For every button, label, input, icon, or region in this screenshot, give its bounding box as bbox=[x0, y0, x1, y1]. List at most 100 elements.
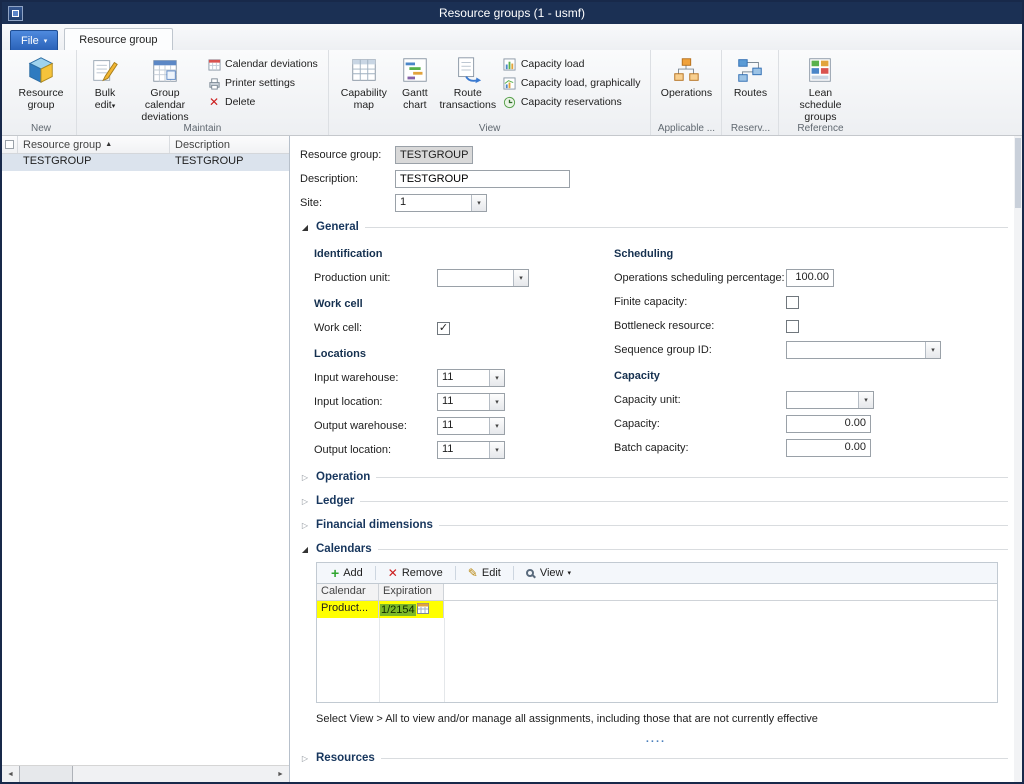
output-warehouse-label: Output warehouse: bbox=[314, 420, 437, 432]
date-picker-icon[interactable] bbox=[417, 602, 429, 617]
tab-resource-group[interactable]: Resource group bbox=[64, 28, 172, 50]
ribbon-group-label-new: New bbox=[6, 123, 76, 134]
output-location-dropdown[interactable]: 11 ▾ bbox=[437, 441, 505, 459]
operations-scheduling-percentage-input[interactable]: 100.00 bbox=[786, 269, 834, 287]
scheduling-header: Scheduling bbox=[614, 248, 1012, 260]
edit-button[interactable]: ✎ Edit bbox=[464, 565, 505, 581]
lean-schedule-groups-button[interactable]: Lean schedule groups bbox=[785, 53, 855, 125]
scrollbar-thumb[interactable] bbox=[19, 766, 73, 782]
scroll-right-button[interactable]: ► bbox=[272, 766, 289, 782]
output-warehouse-dropdown[interactable]: 11 ▾ bbox=[437, 417, 505, 435]
gantt-chart-icon bbox=[400, 55, 430, 85]
bulk-edit-button[interactable]: Bulk edit▾ bbox=[83, 53, 127, 113]
add-button[interactable]: + Add bbox=[327, 566, 367, 580]
identification-header: Identification bbox=[314, 248, 614, 260]
calendars-grid: Calendar Expiration Product... 1/2154 bbox=[316, 583, 998, 703]
site-dropdown[interactable]: 1 ▾ bbox=[395, 194, 487, 212]
chevron-down-icon: ▾ bbox=[489, 418, 504, 434]
resource-group-field-value[interactable]: TESTGROUP bbox=[395, 146, 473, 164]
scroll-left-button[interactable]: ◄ bbox=[2, 766, 19, 782]
column-header-calendar[interactable]: Calendar bbox=[317, 584, 379, 600]
collapsed-triangle-icon: ▷ bbox=[300, 521, 310, 530]
section-general[interactable]: ◢ General bbox=[300, 216, 1012, 238]
input-location-dropdown[interactable]: 11 ▾ bbox=[437, 393, 505, 411]
capacity-input[interactable]: 0.00 bbox=[786, 415, 871, 433]
section-resources[interactable]: ▷ Resources bbox=[300, 747, 1012, 769]
vertical-scrollbar-thumb[interactable] bbox=[1015, 138, 1021, 208]
chevron-down-icon: ▾ bbox=[489, 442, 504, 458]
remove-button[interactable]: ✕ Remove bbox=[384, 565, 447, 581]
section-operation[interactable]: ▷ Operation bbox=[300, 466, 1012, 488]
expiration-cell[interactable]: 1/2154 bbox=[379, 601, 444, 618]
printer-settings-label: Printer settings bbox=[225, 77, 295, 89]
calendars-grid-empty-area bbox=[317, 618, 997, 702]
plus-icon: + bbox=[331, 567, 339, 579]
input-warehouse-label: Input warehouse: bbox=[314, 372, 437, 384]
locations-header: Locations bbox=[314, 348, 614, 360]
chevron-down-icon: ▾ bbox=[44, 37, 48, 45]
work-cell-checkbox[interactable]: ✓ bbox=[437, 322, 450, 335]
capacity-unit-label: Capacity unit: bbox=[614, 394, 786, 406]
ribbon-group-label-applicable: Applicable ... bbox=[651, 123, 721, 134]
finite-capacity-checkbox[interactable] bbox=[786, 296, 799, 309]
production-unit-label: Production unit: bbox=[314, 272, 437, 284]
group-calendar-deviations-button[interactable]: Group calendar deviations bbox=[127, 53, 203, 125]
delete-button[interactable]: ✕ Delete bbox=[203, 94, 322, 110]
capacity-load-button[interactable]: Capacity load bbox=[499, 56, 645, 72]
row-description-cell: TESTGROUP bbox=[170, 154, 289, 171]
gantt-chart-button[interactable]: Gantt chart bbox=[393, 53, 437, 113]
file-tab-label: File bbox=[21, 35, 39, 47]
calendars-toolbar: + Add ✕ Remove ✎ Edit bbox=[316, 562, 998, 583]
ribbon-group-applicable: Operations Applicable ... bbox=[651, 50, 722, 135]
delete-x-icon: ✕ bbox=[207, 95, 221, 109]
column-header-resource-group[interactable]: Resource group ▲ bbox=[18, 136, 170, 153]
description-input[interactable] bbox=[395, 170, 570, 188]
chevron-down-icon: ▾ bbox=[567, 569, 571, 577]
input-warehouse-dropdown[interactable]: 11 ▾ bbox=[437, 369, 505, 387]
calendar-cell[interactable]: Product... bbox=[317, 601, 379, 618]
section-calendars[interactable]: ◢ Calendars bbox=[300, 538, 1012, 560]
view-menu-button[interactable]: View ▾ bbox=[522, 566, 575, 580]
capacity-unit-dropdown[interactable]: ▾ bbox=[786, 391, 874, 409]
more-indicator[interactable]: .... bbox=[300, 733, 1012, 745]
resource-group-button[interactable]: Resource group bbox=[12, 53, 70, 113]
resource-group-tab-label: Resource group bbox=[79, 34, 157, 46]
calendar-assignment-row[interactable]: Product... 1/2154 bbox=[317, 601, 997, 618]
collapsed-triangle-icon: ▷ bbox=[300, 754, 310, 763]
bottleneck-resource-checkbox[interactable] bbox=[786, 320, 799, 333]
list-row-testgroup[interactable]: TESTGROUP TESTGROUP bbox=[2, 154, 289, 171]
capacity-load-graphically-button[interactable]: Capacity load, graphically bbox=[499, 75, 645, 91]
batch-capacity-input[interactable]: 0.00 bbox=[786, 439, 871, 457]
bulk-edit-pencil-icon bbox=[90, 55, 120, 85]
magnifier-icon bbox=[526, 569, 534, 577]
routes-label: Routes bbox=[734, 87, 767, 99]
list-panel: Resource group ▲ Description TESTGROUP T… bbox=[2, 136, 290, 782]
ribbon-group-label-maintain: Maintain bbox=[77, 123, 328, 134]
sequence-group-id-dropdown[interactable]: ▾ bbox=[786, 341, 941, 359]
ribbon: Resource group New Bulk edit▾ Group cale… bbox=[2, 50, 1022, 136]
section-ledger[interactable]: ▷ Ledger bbox=[300, 490, 1012, 512]
calendar-deviations-button[interactable]: Calendar deviations bbox=[203, 56, 322, 72]
lean-schedule-groups-label: Lean schedule groups bbox=[787, 87, 853, 123]
horizontal-scrollbar: ◄ ► bbox=[2, 765, 289, 782]
clock-icon bbox=[503, 95, 517, 109]
production-unit-dropdown[interactable]: ▾ bbox=[437, 269, 529, 287]
column-header-description[interactable]: Description bbox=[170, 136, 289, 153]
chevron-down-icon: ▾ bbox=[112, 103, 116, 110]
finite-capacity-label: Finite capacity: bbox=[614, 296, 786, 308]
title-bar: Resource groups (1 - usmf) bbox=[2, 2, 1022, 24]
capacity-reservations-button[interactable]: Capacity reservations bbox=[499, 94, 645, 110]
chevron-down-icon: ▾ bbox=[513, 270, 528, 286]
ribbon-group-reference: Lean schedule groups Reference bbox=[779, 50, 861, 135]
capability-map-button[interactable]: Capability map bbox=[335, 53, 393, 113]
printer-settings-button[interactable]: Printer settings bbox=[203, 75, 322, 91]
expiration-date-value[interactable]: 1/2154 bbox=[380, 604, 416, 616]
tab-file[interactable]: File ▾ bbox=[10, 30, 58, 50]
column-header-expiration[interactable]: Expiration bbox=[379, 584, 444, 600]
detail-pane: Resource group: TESTGROUP Description: S… bbox=[290, 136, 1022, 782]
select-all-checkbox[interactable] bbox=[2, 136, 18, 153]
section-financial-dimensions[interactable]: ▷ Financial dimensions bbox=[300, 514, 1012, 536]
operations-button[interactable]: Operations bbox=[657, 53, 715, 101]
routes-button[interactable]: Routes bbox=[728, 53, 772, 101]
route-transactions-button[interactable]: Route transactions bbox=[437, 53, 499, 113]
